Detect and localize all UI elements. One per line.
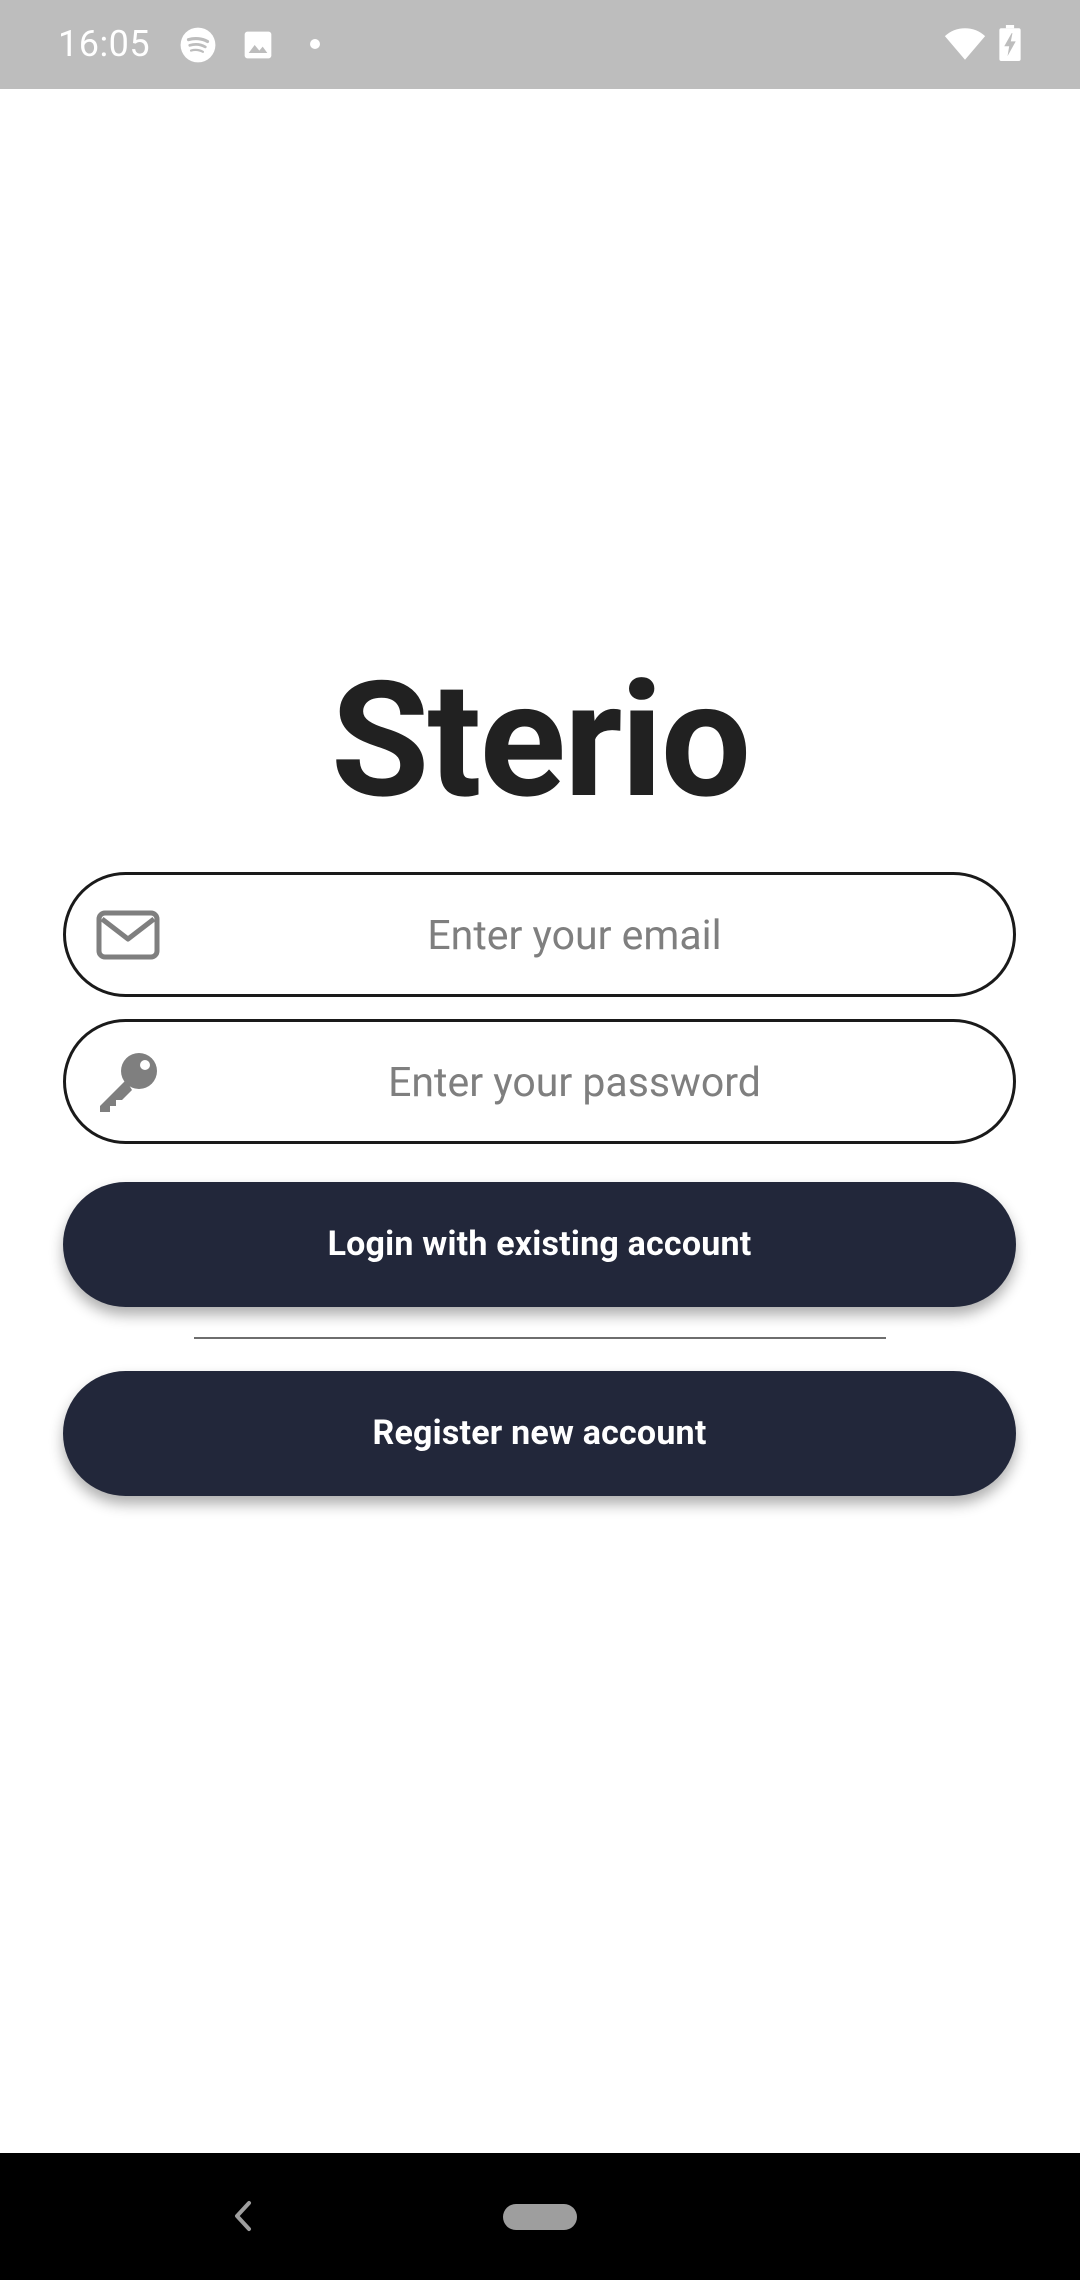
- back-icon[interactable]: [228, 2197, 258, 2235]
- key-icon: [100, 1052, 157, 1112]
- email-input[interactable]: [176, 875, 973, 996]
- wifi-icon: [944, 28, 986, 60]
- app-title: Sterio: [330, 648, 751, 835]
- email-field[interactable]: [63, 872, 1016, 997]
- dot-icon: [310, 39, 320, 49]
- battery-charging-icon: [999, 25, 1021, 61]
- status-bar: 16:05: [0, 0, 1080, 89]
- password-input[interactable]: [176, 1022, 973, 1143]
- status-time: 16:05: [58, 23, 151, 65]
- register-button[interactable]: Register new account: [63, 1371, 1016, 1496]
- password-field[interactable]: [63, 1019, 1016, 1144]
- spotify-icon: [180, 27, 216, 63]
- image-icon: [244, 31, 272, 59]
- envelope-icon: [96, 910, 160, 959]
- home-pill-icon[interactable]: [503, 2204, 577, 2230]
- login-button[interactable]: Login with existing account: [63, 1182, 1016, 1307]
- divider: [194, 1337, 886, 1339]
